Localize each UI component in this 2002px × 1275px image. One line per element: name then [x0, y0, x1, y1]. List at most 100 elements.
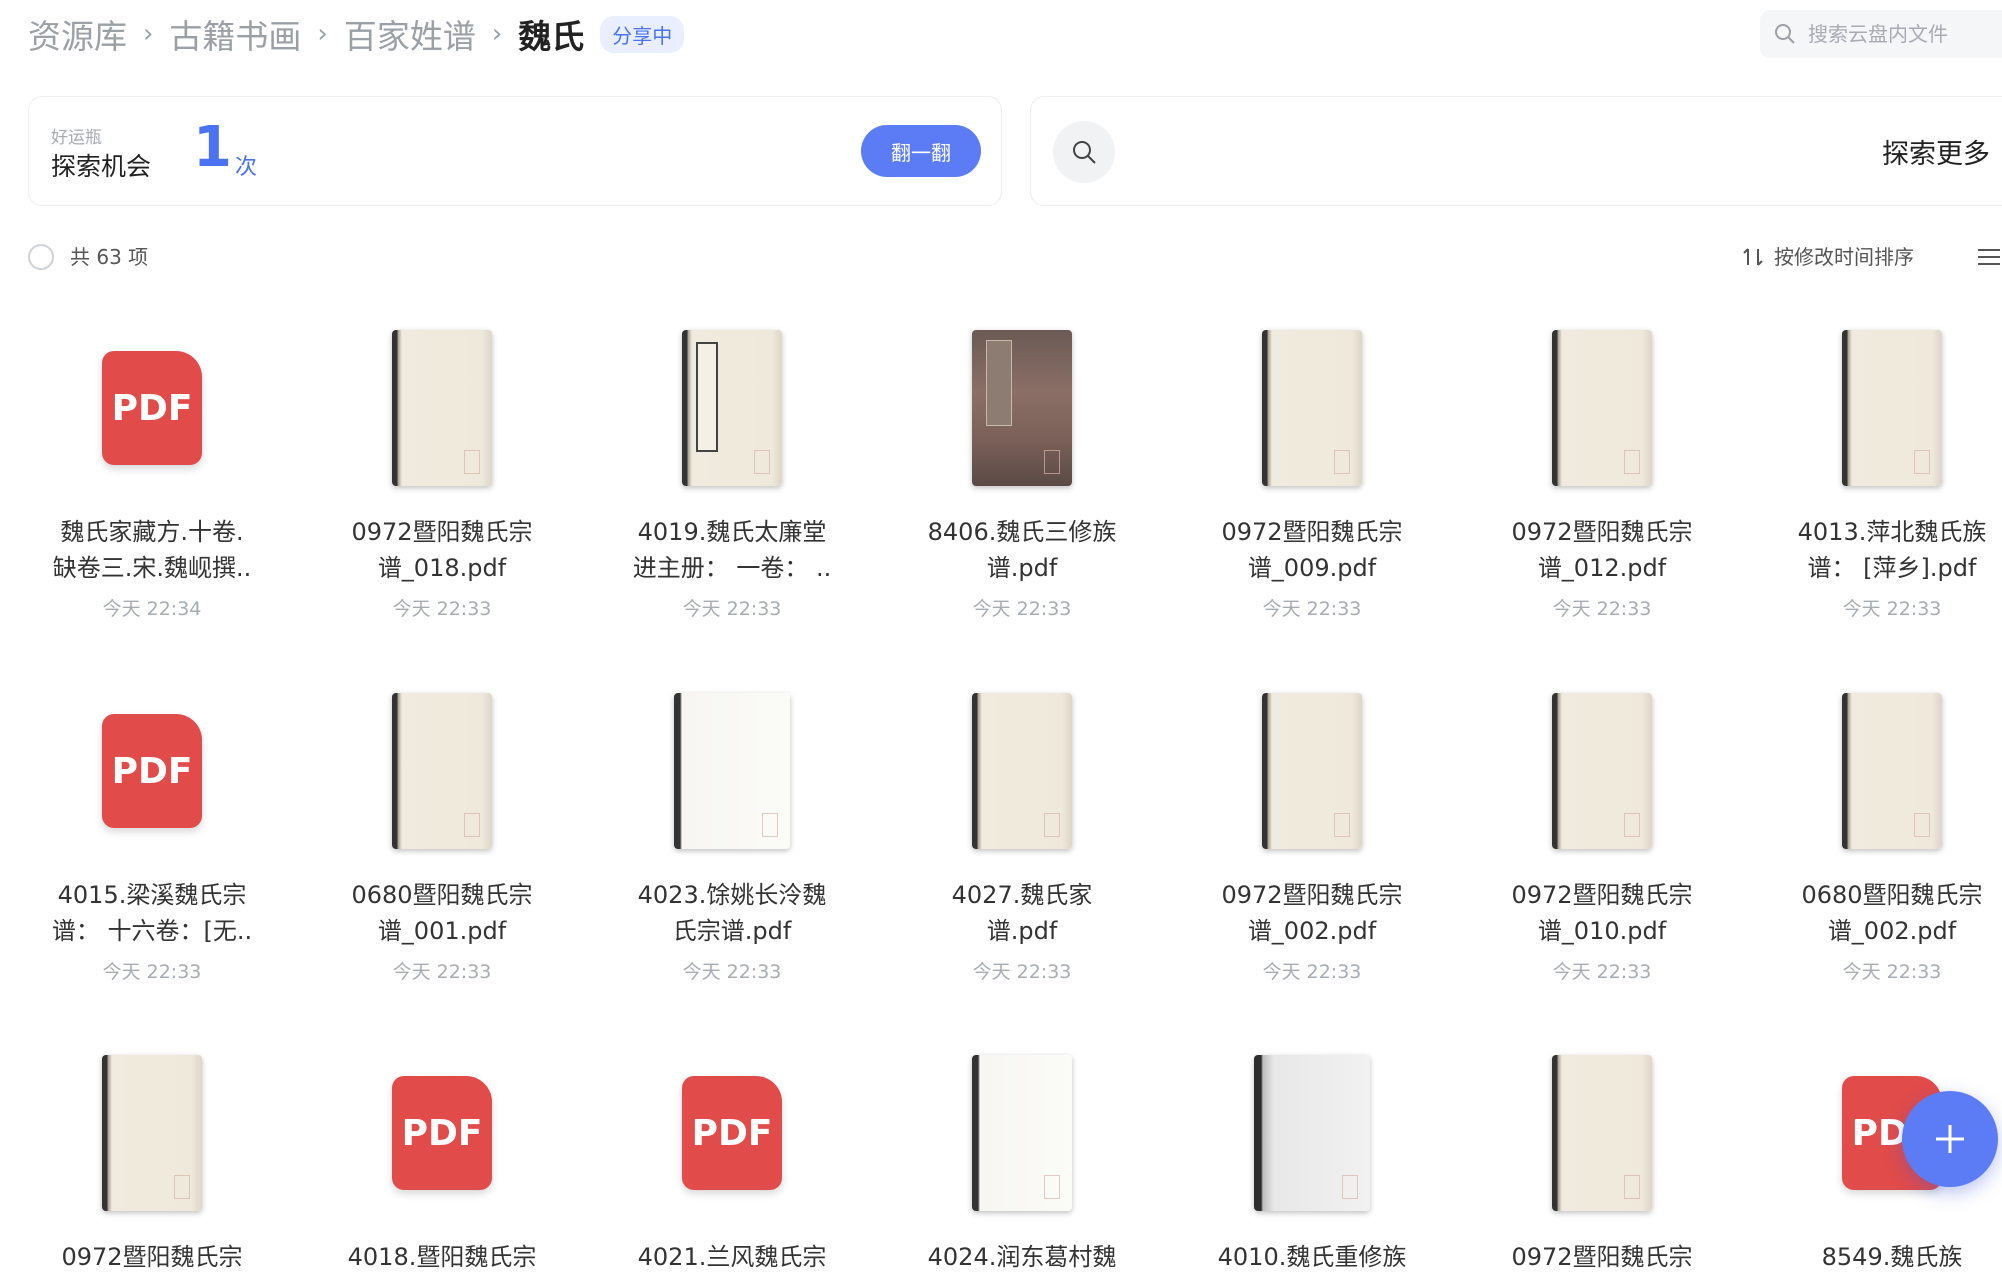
file-modified-time: 今天 22:33 [1262, 598, 1362, 620]
book-cover-image [1262, 330, 1362, 486]
explore-card: 探索更多 [1030, 96, 2002, 206]
file-thumbnail [1472, 318, 1732, 498]
file-thumbnail: PDF [22, 681, 282, 861]
pdf-file-icon: PDF [102, 351, 202, 465]
seal-stamp [1914, 813, 1930, 837]
seal-stamp [1342, 1175, 1358, 1199]
file-name: 4019.魏氏太廉堂 进主册： 一卷： .. [632, 518, 832, 582]
file-modified-time: 今天 22:33 [682, 961, 782, 983]
breadcrumb-item-library[interactable]: 资源库 [28, 10, 127, 58]
seal-stamp [1334, 450, 1350, 474]
file-modified-time: 今天 22:33 [682, 598, 782, 620]
file-modified-time: 今天 22:33 [1842, 598, 1942, 620]
file-name: 0680暨阳魏氏宗 谱_001.pdf [351, 881, 533, 945]
seal-stamp [1044, 813, 1060, 837]
file-modified-time: 今天 22:33 [1842, 961, 1942, 983]
file-modified-time: 今天 22:33 [392, 598, 492, 620]
seal-stamp [464, 450, 480, 474]
file-thumbnail [602, 681, 862, 861]
explore-more-link[interactable]: 探索更多 [1882, 132, 1990, 171]
sort-button[interactable]: 按修改时间排序 [1742, 244, 1914, 270]
file-thumbnail [312, 318, 572, 498]
list-view-icon[interactable] [1976, 246, 2002, 272]
book-cover-image [392, 693, 492, 849]
lucky-bottle-card: 好运瓶 探索机会 1 次 翻一翻 [28, 96, 1002, 206]
book-cover-image [674, 693, 790, 849]
seal-stamp [1624, 450, 1640, 474]
file-thumbnail [892, 681, 1152, 861]
search-box[interactable] [1760, 10, 2002, 58]
file-thumbnail [22, 1043, 282, 1223]
book-cover-image [972, 693, 1072, 849]
add-button[interactable] [1902, 1091, 1998, 1187]
file-name: 8406.魏氏三修族 谱.pdf [927, 518, 1117, 582]
book-cover-image [1262, 693, 1362, 849]
seal-stamp [1044, 1175, 1060, 1199]
file-thumbnail [1472, 1043, 1732, 1223]
file-modified-time: 今天 22:33 [102, 961, 202, 983]
search-input[interactable] [1806, 21, 2002, 47]
lucky-unit: 次 [235, 155, 258, 180]
share-status-badge: 分享中 [600, 15, 685, 53]
flip-button[interactable]: 翻一翻 [861, 125, 981, 177]
seal-stamp [754, 450, 770, 474]
file-name: 4013.萍北魏氏族 谱： [萍乡].pdf [1797, 518, 1987, 582]
file-thumbnail [602, 318, 862, 498]
seal-stamp [1624, 1175, 1640, 1199]
breadcrumb-current: 魏氏 [518, 17, 585, 56]
book-cover-image [1552, 1055, 1652, 1211]
file-name: 0972暨阳魏氏宗 谱_010.pdf [1511, 881, 1693, 945]
pdf-file-icon: PDF [682, 1076, 782, 1190]
book-cover-image [1842, 330, 1942, 486]
breadcrumb: 资源库 › 古籍书画 › 百家姓谱 › 魏氏 分享中 [28, 8, 685, 60]
book-cover-image [1842, 693, 1942, 849]
seal-stamp [1044, 450, 1060, 474]
file-thumbnail [1182, 681, 1442, 861]
book-cover-image [972, 1055, 1072, 1211]
file-thumbnail [1762, 318, 2002, 498]
chevron-right-icon: › [491, 19, 503, 49]
file-name: 4015.梁溪魏氏宗 谱： 十六卷：[无.. [51, 881, 253, 945]
chevron-right-icon: › [317, 19, 328, 49]
book-cover-image [682, 330, 782, 486]
book-cover-image [1552, 330, 1652, 486]
book-cover-image [392, 330, 492, 486]
breadcrumb-item-classics[interactable]: 古籍书画 [169, 10, 301, 58]
file-thumbnail [312, 681, 572, 861]
file-name: 0972暨阳魏氏宗 谱_018.pdf [351, 518, 533, 582]
search-icon [1775, 24, 1795, 44]
file-name: 4021.兰风魏氏宗 [637, 1243, 827, 1271]
file-modified-time: 今天 22:33 [392, 961, 492, 983]
file-modified-time: 今天 22:33 [972, 598, 1072, 620]
file-modified-time: 今天 22:33 [1552, 598, 1652, 620]
book-cover-image [1552, 693, 1652, 849]
seal-stamp [174, 1175, 190, 1199]
file-modified-time: 今天 22:33 [972, 961, 1072, 983]
file-thumbnail [1472, 681, 1732, 861]
explore-search-icon[interactable] [1053, 121, 1115, 183]
sort-label: 按修改时间排序 [1774, 245, 1914, 269]
file-name: 0972暨阳魏氏宗 [61, 1243, 243, 1271]
breadcrumb-item-surnames[interactable]: 百家姓谱 [344, 10, 476, 58]
file-thumbnail [1182, 318, 1442, 498]
file-name: 8549.魏氏族 [1821, 1243, 1963, 1271]
file-modified-time: 今天 22:33 [1262, 961, 1362, 983]
file-modified-time: 今天 22:33 [1552, 961, 1652, 983]
seal-stamp [1914, 450, 1930, 474]
file-thumbnail [1762, 681, 2002, 861]
file-name: 魏氏家藏方.十卷. 缺卷三.宋.魏岘撰.. [52, 518, 252, 582]
file-thumbnail [892, 1043, 1152, 1223]
plus-icon [1936, 1125, 1964, 1153]
file-name: 0972暨阳魏氏宗 谱_009.pdf [1221, 518, 1403, 582]
select-all-checkbox[interactable] [28, 244, 54, 270]
file-thumbnail [892, 318, 1152, 498]
file-thumbnail: PDF [312, 1043, 572, 1223]
file-thumbnail: PDF [22, 318, 282, 498]
file-thumbnail [1182, 1043, 1442, 1223]
pdf-file-icon: PDF [392, 1076, 492, 1190]
file-name: 4023.馀姚长泠魏 氏宗谱.pdf [637, 881, 827, 945]
file-modified-time: 今天 22:34 [102, 598, 202, 620]
seal-stamp [1624, 813, 1640, 837]
file-name: 0972暨阳魏氏宗 谱_002.pdf [1221, 881, 1403, 945]
file-thumbnail: PDF [602, 1043, 862, 1223]
